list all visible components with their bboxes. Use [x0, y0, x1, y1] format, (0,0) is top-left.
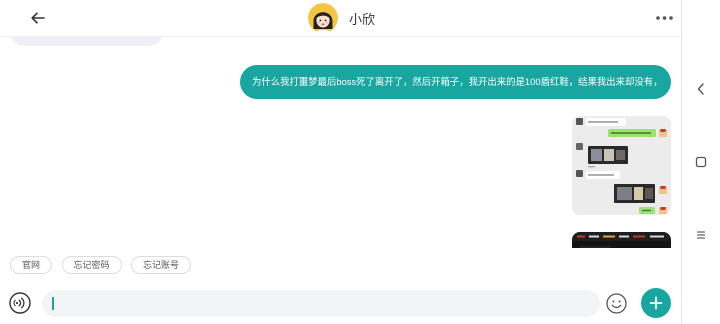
more-button[interactable]: [654, 10, 674, 26]
system-menu-button[interactable]: [693, 227, 709, 243]
game-screenshot-image: [572, 232, 671, 248]
outgoing-image-message[interactable]: [572, 232, 671, 248]
emoji-icon: [606, 293, 627, 314]
chat-screen: 小欣 为什么我打噩梦最后boss死了离开了，然后开箱子，我开出来的是100盾红鞋…: [0, 0, 681, 324]
voice-input-button[interactable]: [9, 292, 31, 314]
message-input[interactable]: [42, 290, 600, 317]
quick-reply-forgot-account[interactable]: 忘记账号: [131, 256, 192, 274]
mini-bubble: [586, 118, 626, 126]
system-back-button[interactable]: [693, 81, 709, 97]
mini-avatar: [659, 186, 667, 194]
mini-avatar: [659, 207, 667, 214]
nav-back-icon: [697, 83, 704, 95]
more-dots-icon: [655, 16, 673, 20]
add-button[interactable]: [641, 288, 671, 318]
emoji-button[interactable]: [606, 293, 627, 314]
mini-thumbnail: [614, 184, 655, 203]
system-overview-button[interactable]: [693, 154, 709, 170]
incoming-message-bubble[interactable]: [10, 37, 163, 46]
voice-input-icon: [9, 292, 31, 314]
mini-bubble: [586, 171, 620, 179]
outgoing-image-message[interactable]: [572, 116, 671, 215]
game-top-bar: [572, 232, 671, 241]
back-button[interactable]: [28, 8, 48, 28]
plus-icon: [649, 296, 663, 310]
girl-avatar-icon: [308, 3, 338, 33]
mini-avatar: [576, 170, 583, 177]
arrow-left-icon: [31, 12, 45, 24]
outgoing-message-bubble[interactable]: 为什么我打噩梦最后boss死了离开了，然后开箱子，我开出来的是100盾红鞋，结果…: [240, 65, 671, 99]
mini-avatar: [659, 129, 667, 137]
quick-reply-official-site[interactable]: 官网: [10, 256, 53, 274]
message-input-field[interactable]: [42, 290, 600, 317]
quick-replies: 官网 忘记密码 忘记账号: [10, 256, 192, 274]
mini-bubble-green: [608, 129, 656, 137]
mini-avatar: [576, 143, 583, 150]
system-navigation-bar: [681, 0, 720, 324]
nav-square-icon: [695, 156, 707, 168]
mini-meta-text: [588, 166, 595, 168]
mini-thumbnail: [588, 146, 628, 164]
contact-name: 小欣: [349, 11, 376, 27]
mini-bubble-green: [639, 207, 655, 214]
chat-header: 小欣: [0, 0, 681, 37]
nav-menu-icon: [696, 231, 706, 239]
text-cursor: [52, 297, 54, 310]
chat-screenshot-image: [572, 116, 671, 215]
mini-avatar: [576, 118, 583, 125]
message-list[interactable]: 为什么我打噩梦最后boss死了离开了，然后开箱子，我开出来的是100盾红鞋，结果…: [0, 37, 681, 248]
quick-reply-forgot-password[interactable]: 忘记密码: [61, 256, 122, 274]
contact-info[interactable]: 小欣: [308, 3, 375, 33]
